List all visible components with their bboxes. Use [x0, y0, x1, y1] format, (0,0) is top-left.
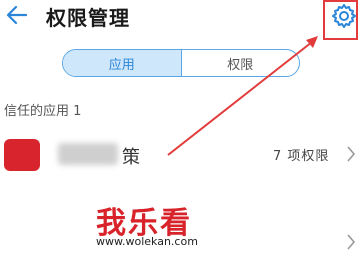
tab-apps[interactable]: 应用: [63, 50, 182, 76]
list-item[interactable]: 策 7 项权限: [0, 131, 360, 179]
chevron-right-icon: [347, 234, 356, 250]
tab-permissions[interactable]: 权限: [182, 50, 300, 76]
redacted-name: [58, 143, 118, 165]
app-icon: [4, 139, 40, 171]
app-name: 策: [122, 147, 140, 168]
watermark-url: www.wolekan.com: [96, 235, 198, 248]
section-header: 信任的应用 1: [4, 104, 82, 119]
tab-switcher: 应用 权限: [62, 49, 300, 77]
annotation-highlight: [323, 0, 358, 40]
top-bar: 权限管理: [0, 0, 360, 40]
permission-count: 7 项权限: [273, 149, 330, 164]
back-arrow-icon[interactable]: [4, 2, 30, 28]
chevron-right-icon: [347, 146, 356, 162]
page-title: 权限管理: [46, 6, 130, 30]
